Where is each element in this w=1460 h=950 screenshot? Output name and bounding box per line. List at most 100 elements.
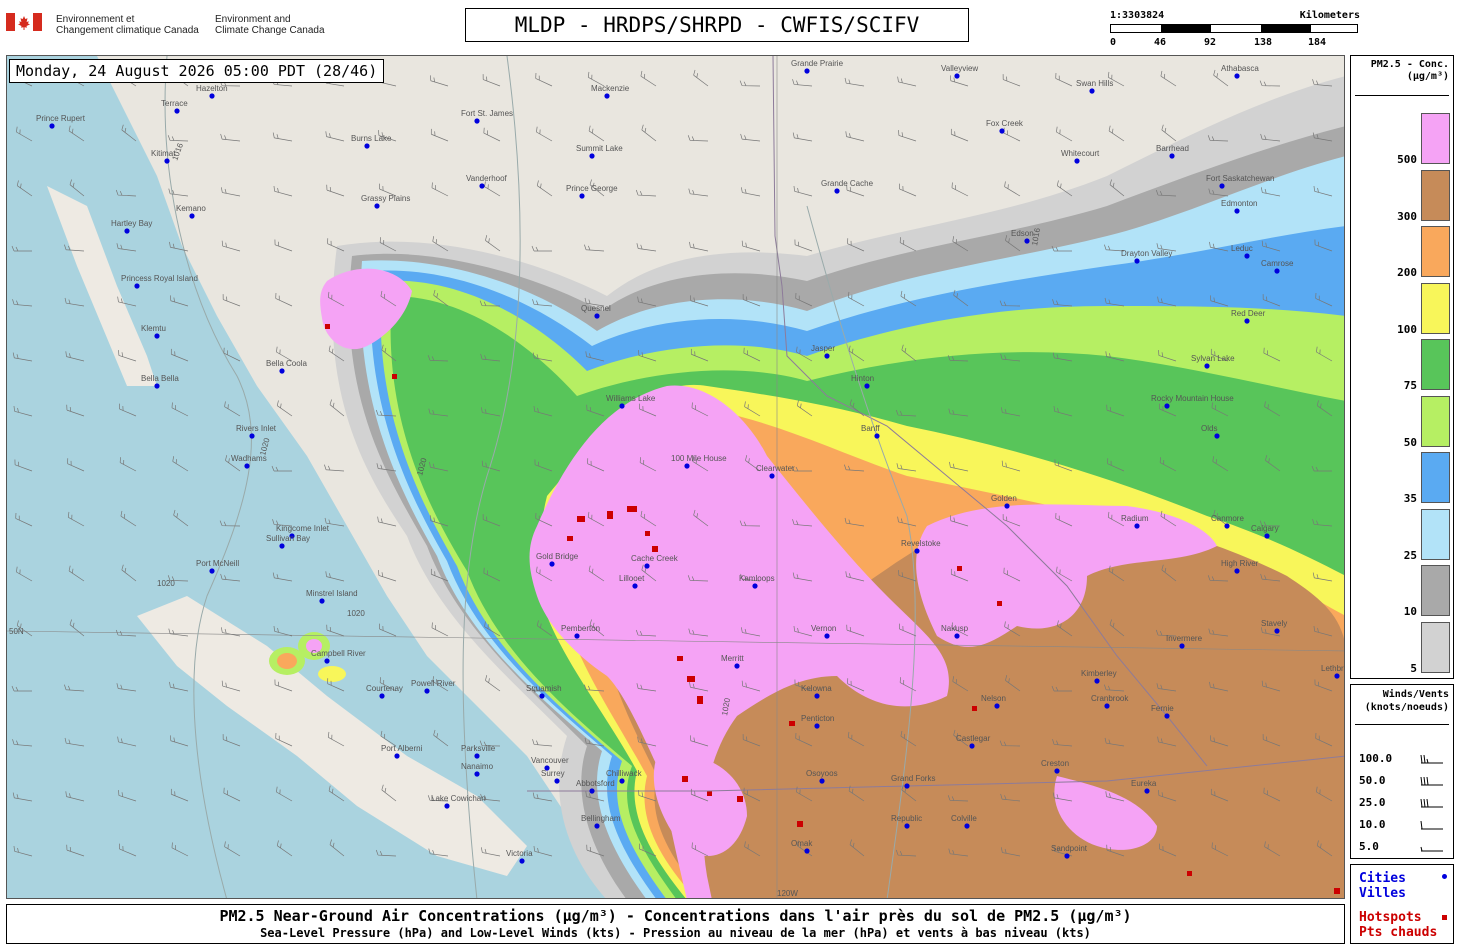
city-dot: [874, 433, 880, 439]
smoke-puff-south: [318, 666, 346, 682]
government-wordmark: Environnement et Changement climatique C…: [6, 10, 366, 40]
winds-unit: (knots/noeuds): [1364, 702, 1449, 713]
city-label: Hartley Bay: [111, 219, 152, 228]
city-dot: [954, 633, 960, 639]
city-dot: [1134, 523, 1140, 529]
city-label: Sullivan Bay: [266, 534, 310, 543]
city-dot: [1244, 253, 1250, 259]
key-hotspots: Hotspots: [1359, 910, 1422, 925]
city-label: Sylvan Lake: [1191, 354, 1235, 363]
city-label: Port Alberni: [381, 744, 423, 753]
city-label: Golden: [991, 494, 1017, 503]
city-dot: [249, 433, 255, 439]
legend-swatch-75: [1421, 339, 1450, 390]
city-dot: [1169, 153, 1175, 159]
scale-unit: Kilometers: [1299, 10, 1360, 21]
pm25-legend: PM2.5 - Conc. (µg/m³) 500 300 200 100 75 50 35…: [1350, 55, 1454, 679]
legend-label-200: 200: [1397, 266, 1417, 279]
city-dot: [379, 693, 385, 699]
city-label: Vernon: [811, 624, 836, 633]
wind-speed-100.0: 100.0: [1359, 752, 1393, 765]
city-label: Stavely: [1261, 619, 1287, 628]
city-label: Camrose: [1261, 259, 1294, 268]
city-dot: [124, 228, 130, 234]
city-label: Drayton Valley: [1121, 249, 1172, 258]
city-dot: [1274, 268, 1280, 274]
gov-fr-line1: Environnement et: [56, 14, 135, 25]
city-label: Princess Royal Island: [121, 274, 198, 283]
city-dot: [324, 658, 330, 664]
city-dot: [904, 783, 910, 789]
city-dot: [1064, 853, 1070, 859]
city-dot: [819, 778, 825, 784]
city-label: Mackenzie: [591, 84, 630, 93]
city-label: Wadhams: [231, 454, 267, 463]
legend-unit: (µg/m³): [1406, 71, 1449, 82]
city-dot: [994, 703, 1000, 709]
city-dot: [549, 561, 555, 567]
city-label: Canmore: [1211, 514, 1244, 523]
city-label: Nanaimo: [461, 762, 494, 771]
legend-label-5: 5: [1410, 661, 1417, 675]
city-label: Terrace: [161, 99, 188, 108]
city-dot: [824, 353, 830, 359]
city-label: Vancouver: [531, 756, 569, 765]
city-label: Bella Bella: [141, 374, 179, 383]
canada-flag-icon: [6, 13, 42, 31]
city-label: Osoyoos: [806, 769, 838, 778]
map-caption: PM2.5 Near-Ground Air Concentrations (µg…: [6, 904, 1345, 944]
city-label: Powell River: [411, 679, 456, 688]
city-label: Calgary: [1251, 524, 1279, 533]
city-dot: [1144, 788, 1150, 794]
city-label: Grand Forks: [891, 774, 935, 783]
city-label: Williams Lake: [606, 394, 656, 403]
city-dot: [969, 743, 975, 749]
city-label: Rivers Inlet: [236, 424, 277, 433]
legend-label-25: 25: [1403, 548, 1417, 562]
city-dot: [209, 93, 215, 99]
city-dot: [579, 193, 585, 199]
city-dot: [1234, 568, 1240, 574]
legend-label-75: 75: [1403, 379, 1417, 392]
city-dot: [189, 213, 195, 219]
legend-swatch-25: [1421, 508, 1450, 560]
legend-title: PM2.5 - Conc.: [1370, 59, 1449, 70]
city-label: Grassy Plains: [361, 194, 410, 203]
wind-barb-icon: [1420, 776, 1443, 786]
city-label: Klemtu: [141, 324, 166, 333]
scale-tick-1: 46: [1154, 37, 1167, 48]
key-pts: Pts chauds: [1359, 925, 1438, 940]
city-label: Edson: [1011, 229, 1034, 238]
legend-swatch-50: [1421, 395, 1450, 447]
city-dot: [474, 118, 480, 124]
wind-barb-icon: [1420, 846, 1443, 852]
city-label: Clearwater: [756, 464, 795, 473]
city-label: Colville: [951, 814, 977, 823]
city-label: Kemano: [176, 204, 206, 213]
city-dot: [1224, 523, 1230, 529]
city-dot: [1054, 768, 1060, 774]
wind-speed-10.0: 10.0: [1359, 818, 1386, 831]
city-dot: [1244, 318, 1250, 324]
city-label: Chilliwack: [606, 769, 643, 778]
city-label: Abbotsford: [576, 779, 615, 788]
map-canvas: 1020 1020 1020 1020 1020 1016 1016 50N 1…: [7, 56, 1344, 898]
city-label: Red Deer: [1231, 309, 1266, 318]
scale-tick-2: 92: [1204, 37, 1217, 48]
smoke-forecast-map[interactable]: 1020 1020 1020 1020 1020 1016 1016 50N 1…: [6, 55, 1345, 899]
city-label: Kimberley: [1081, 669, 1117, 678]
legend-label-100: 100: [1397, 322, 1417, 336]
city-label: Swan Hills: [1076, 79, 1113, 88]
legend-label-35: 35: [1403, 492, 1417, 505]
city-label: Invermere: [1166, 634, 1203, 643]
city-dot: [769, 473, 775, 479]
city-dot-icon: [1442, 874, 1447, 879]
city-label: Lake Cowichan: [431, 794, 486, 803]
city-dot: [244, 463, 250, 469]
city-label: Vanderhoof: [466, 174, 508, 183]
legend-swatch-200: [1421, 226, 1450, 277]
city-label: Kingcome Inlet: [276, 524, 330, 533]
city-dot: [1179, 643, 1185, 649]
isobar-label-4: 1020: [347, 609, 365, 618]
city-dot: [964, 823, 970, 829]
